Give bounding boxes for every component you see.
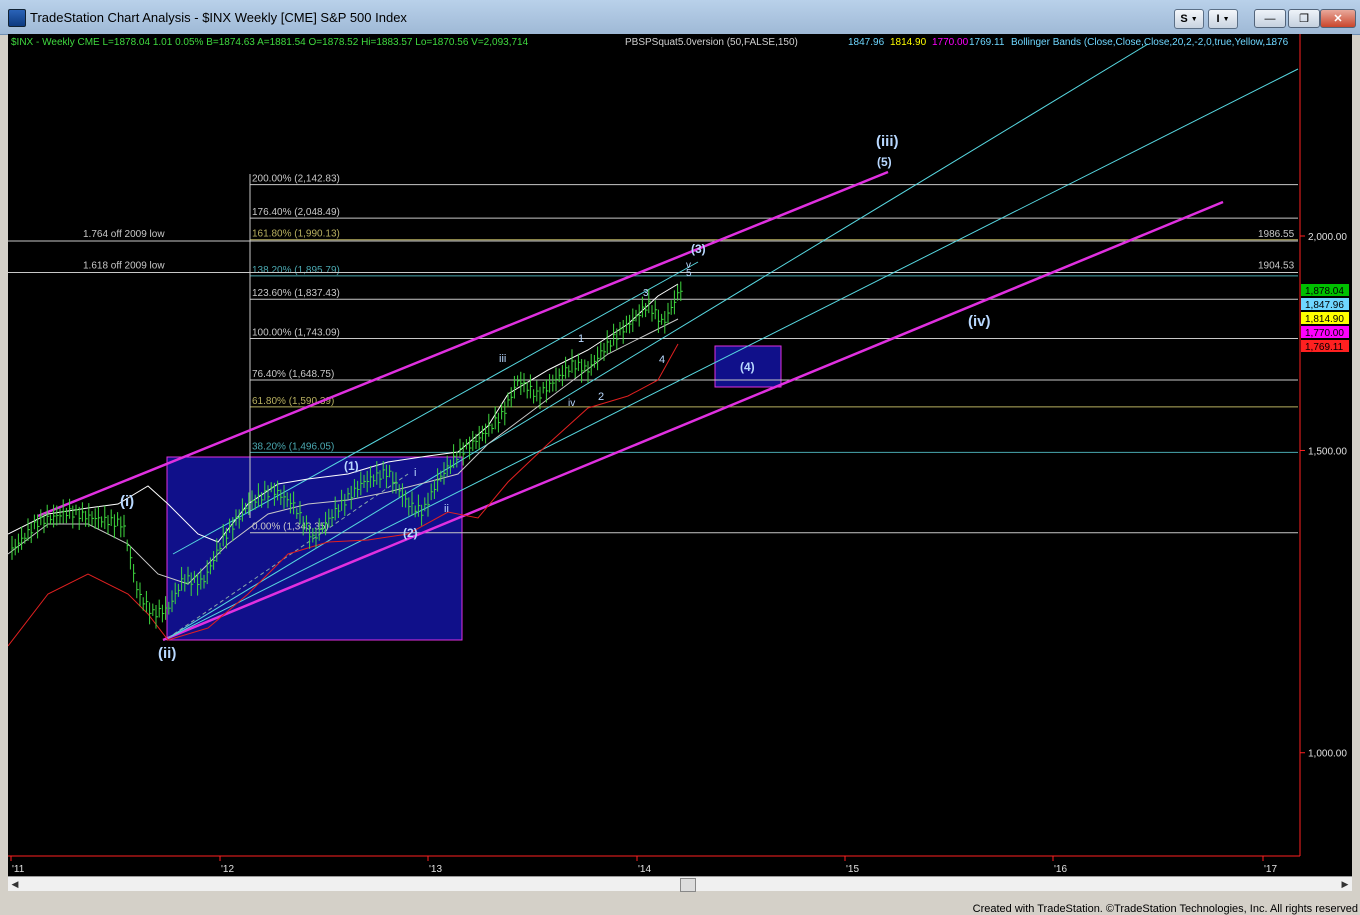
wave-label: 4: [659, 354, 665, 366]
off-low-label: 1.618 off 2009 low: [83, 260, 165, 271]
fib-level-label: 161.80% (1,990.13): [252, 229, 340, 240]
price-badge-label: 1,814.90: [1305, 314, 1344, 325]
title-bar: TradeStation Chart Analysis - $INX Weekl…: [0, 0, 1360, 35]
price-chart[interactable]: $INX - Weekly CME L=1878.04 1.01 0.05% B…: [8, 34, 1352, 876]
time-tick-label: '14: [638, 864, 651, 875]
wave-label: (ii): [158, 645, 176, 662]
price-axis-badges: 1,878.04 1,847.96 1,814.90 1,770.00 1,769.11: [1301, 284, 1349, 353]
minimize-button[interactable]: —: [1254, 9, 1286, 28]
wave-label: (iv): [968, 313, 991, 330]
wave-label: 1: [578, 333, 584, 345]
indicator-value-1: 1847.96: [848, 37, 885, 48]
minimize-icon: —: [1264, 12, 1276, 25]
fib-level-label: 176.40% (2,048.49): [252, 207, 340, 218]
price-badge-label: 1,847.96: [1305, 300, 1344, 311]
fib-level-label: 76.40% (1,648.75): [252, 369, 334, 380]
time-tick-label: '17: [1264, 864, 1277, 875]
time-tick-label: '12: [221, 864, 234, 875]
fib-level-label: 100.00% (1,743.09): [252, 327, 340, 338]
price-tick-label: 1,000.00: [1308, 749, 1347, 760]
price-axis: 2,000.00 1,500.00 1,000.00: [1300, 232, 1347, 760]
fib-level-label: 200.00% (2,142.83): [252, 174, 340, 185]
indicator-value-2: 1814.90: [890, 37, 927, 48]
copyright-footer: Created with TradeStation. ©TradeStation…: [972, 903, 1358, 915]
price-badge-label: 1,878.04: [1305, 286, 1344, 297]
indicator-name: PBSPSquat5.0version (50,FALSE,150): [625, 37, 798, 48]
time-tick-label: '13: [429, 864, 442, 875]
cyan-channel-line-1: [167, 43, 1149, 639]
maximize-icon: ❐: [1299, 13, 1309, 25]
wave-label: iii: [499, 353, 506, 365]
time-axis: '11 '12 '13 '14 '15 '16 '17: [10, 856, 1277, 875]
bollinger-value: 1876: [1266, 37, 1289, 48]
scroll-thumb[interactable]: [680, 878, 696, 892]
wave-label: 5: [686, 268, 692, 279]
wave-label: (4): [740, 360, 755, 374]
scroll-left-icon[interactable]: ◀: [8, 877, 22, 891]
scroll-right-icon[interactable]: ▶: [1338, 877, 1352, 891]
off-low-value: 1986.55: [1258, 229, 1295, 240]
price-badge-label: 1,769.11: [1305, 342, 1344, 353]
time-tick-label: '15: [846, 864, 859, 875]
wave-label: 3: [643, 288, 649, 299]
price-tick-label: 2,000.00: [1308, 232, 1347, 243]
window-title: TradeStation Chart Analysis - $INX Weekl…: [30, 10, 407, 25]
chart-area[interactable]: $INX - Weekly CME L=1878.04 1.01 0.05% B…: [8, 34, 1352, 890]
symbol-link-label: S: [1180, 13, 1188, 25]
fib-level-label: 0.00% (1,343.35): [252, 522, 329, 533]
wave-label: 2: [598, 391, 604, 403]
wave-label: (5): [877, 155, 892, 169]
wave-label: (i): [120, 493, 134, 510]
close-button[interactable]: ✕: [1320, 9, 1356, 28]
symbol-link-button[interactable]: S ▼: [1174, 9, 1204, 29]
off-low-label: 1.764 off 2009 low: [83, 229, 165, 240]
interval-link-label: I: [1216, 13, 1220, 25]
wave-label: (2): [403, 526, 418, 540]
time-tick-label: '16: [1054, 864, 1067, 875]
tradestation-app-icon: [8, 9, 26, 27]
chevron-down-icon: ▼: [1190, 15, 1198, 23]
wave-label: (iii): [876, 133, 899, 150]
wave-label: ii: [444, 503, 449, 515]
chevron-down-icon: ▼: [1222, 15, 1230, 23]
price-tick-label: 1,500.00: [1308, 446, 1347, 457]
fib-level-label: 38.20% (1,496.05): [252, 441, 334, 452]
indicator-value-3: 1770.00: [932, 37, 969, 48]
wave-label: iv: [568, 398, 575, 409]
cyan-channel-line-2: [167, 68, 1299, 639]
bollinger-label: Bollinger Bands (Close,Close,Close,20,2,…: [1011, 37, 1274, 48]
fib-level-label: 123.60% (1,837.43): [252, 288, 340, 299]
close-icon: ✕: [1333, 13, 1343, 25]
fib-level-label: 138.20% (1,895.79): [252, 265, 340, 276]
price-badge-label: 1,770.00: [1305, 328, 1344, 339]
indicator-value-4: 1769.11: [969, 37, 1005, 48]
symbol-info: $INX - Weekly CME L=1878.04 1.01 0.05% B…: [11, 37, 529, 48]
interval-link-button[interactable]: I ▼: [1208, 9, 1238, 29]
wave-label: i: [414, 467, 416, 479]
horizontal-scrollbar[interactable]: ◀ ▶: [8, 876, 1352, 892]
off-low-value: 1904.53: [1258, 260, 1295, 271]
wave-label: (3): [691, 242, 706, 256]
wave-label: (1): [344, 459, 359, 473]
maximize-button[interactable]: ❐: [1288, 9, 1320, 28]
time-tick-label: '11: [12, 864, 25, 875]
